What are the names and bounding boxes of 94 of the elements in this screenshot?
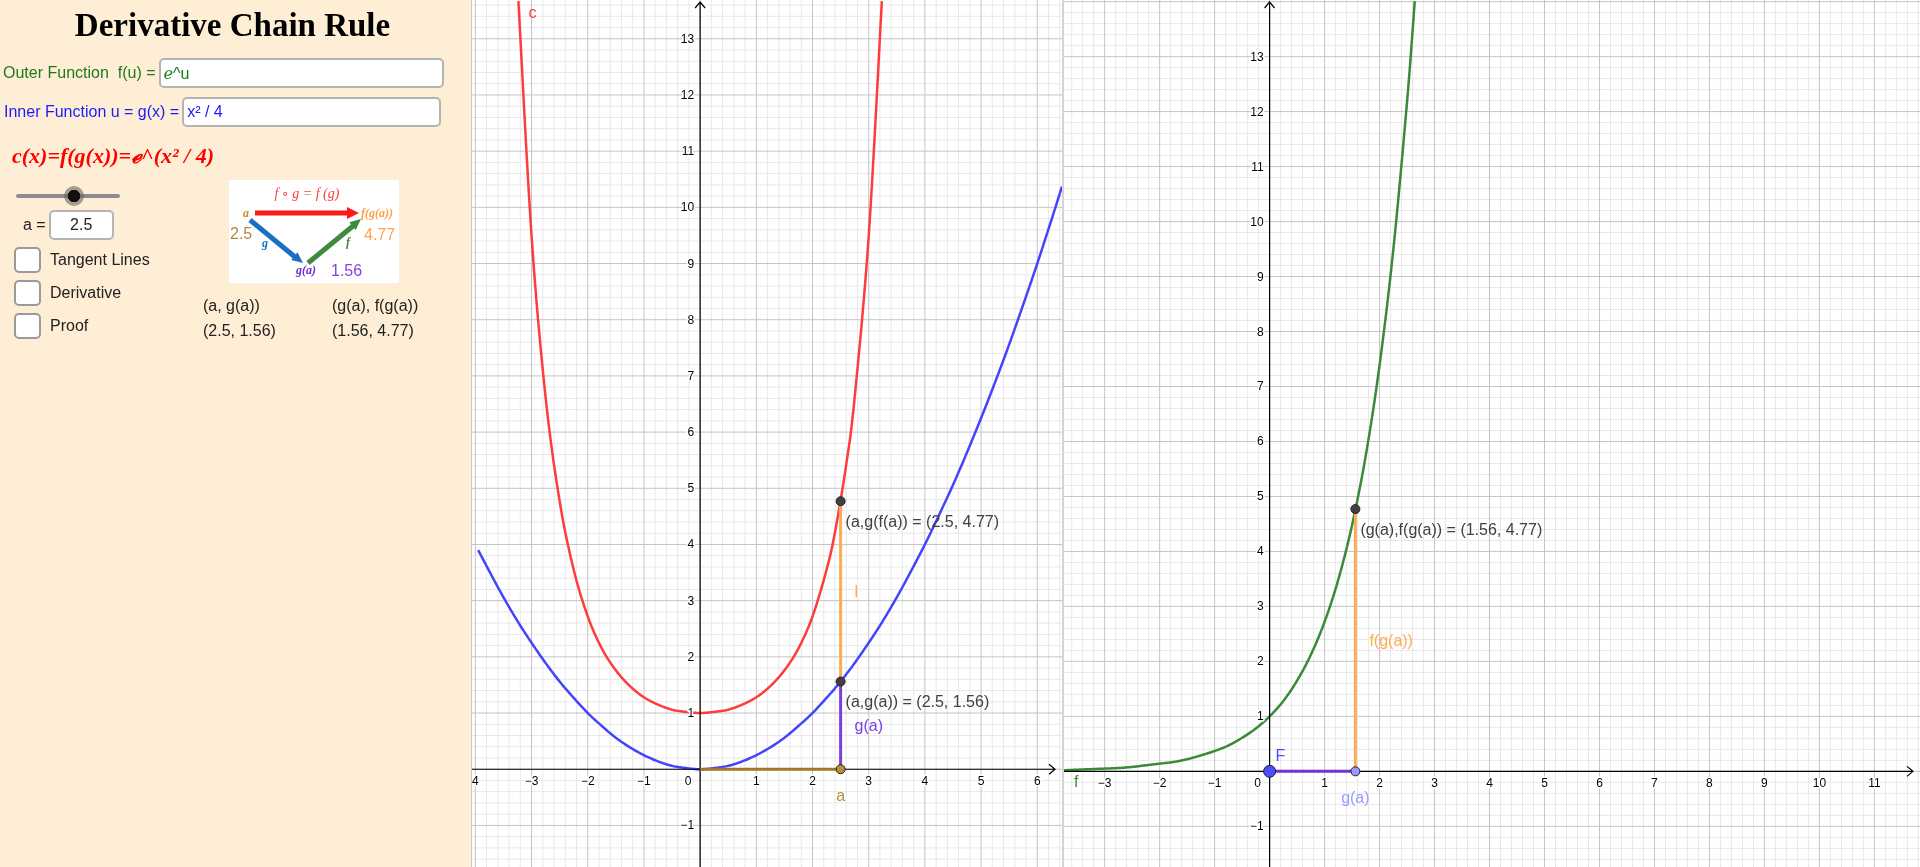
tick-label: 7 (687, 368, 695, 383)
tick-label: 3 (1256, 599, 1264, 614)
segment-label: g(a) (854, 716, 884, 734)
tick-label: −1 (1207, 776, 1222, 791)
checkbox[interactable] (14, 313, 41, 339)
tick-label: 12 (680, 87, 695, 102)
tick-label: 3 (1431, 776, 1438, 791)
tick-label: 9 (1761, 776, 1768, 791)
tick-label: 3 (865, 774, 873, 789)
tick-label: 0 (1254, 776, 1261, 791)
tick-label: −2 (1152, 776, 1167, 791)
segment-label: f(g(a)) (1369, 631, 1413, 649)
inner-function-field[interactable]: x² / 4 (182, 97, 442, 127)
checkbox-label: Derivative (50, 284, 122, 302)
tick-label: 4 (472, 774, 479, 789)
tick-label: 2 (1256, 654, 1264, 669)
coordinate-heading: (a, g(a)) (203, 296, 260, 316)
tick-label: 6 (1033, 774, 1041, 789)
checkbox[interactable] (14, 247, 41, 273)
tick-label: 8 (687, 312, 695, 327)
tick-label: 10 (680, 200, 695, 215)
tick-label: 2 (1376, 776, 1383, 791)
checkbox-label: Proof (50, 317, 89, 335)
tick-label: −3 (1097, 776, 1112, 791)
tick-label: 5 (1541, 776, 1548, 791)
tick-label: 6 (1256, 434, 1264, 449)
tick-label: −1 (680, 818, 695, 833)
segment-label: l (854, 582, 859, 600)
coordinate-value: (1.56, 4.77) (332, 321, 414, 341)
outer-function-field[interactable]: ℯ^u (158, 58, 444, 88)
tick-label: −3 (524, 774, 539, 789)
arrow-label: g (262, 236, 268, 250)
point-label: (a,g(a)) = (2.5, 1.56) (845, 693, 990, 711)
tick-label: 2 (809, 774, 816, 789)
checkbox-label: Tangent Lines (50, 251, 150, 269)
curve-label: c (528, 3, 537, 21)
tick-label: 13 (680, 31, 695, 46)
tick-label: 1 (1321, 776, 1328, 791)
tick-label: 1 (1256, 709, 1264, 724)
point-marker[interactable] (1263, 764, 1277, 778)
tick-label: 11 (1868, 776, 1881, 791)
tick-label: −1 (1249, 819, 1264, 834)
composite-formula: c(x)=f(g(x))=ℯ^(x² / 4) (12, 143, 215, 169)
middle-value: 1.56 (331, 262, 363, 279)
field-label: Outer Function f(u) = (2, 64, 156, 82)
slider-thumb[interactable] (64, 186, 85, 206)
tick-label: 4 (1486, 776, 1493, 791)
tick-label: 1 (753, 774, 760, 789)
tick-label: 3 (687, 593, 695, 608)
point-label: F (1275, 746, 1286, 764)
tick-label: 5 (1256, 489, 1264, 504)
point-label: g(a) (1341, 788, 1370, 806)
tick-label: 10 (1250, 214, 1264, 229)
coordinate-heading: (g(a), f(g(a)) (332, 296, 419, 316)
tick-label: 0 (684, 774, 692, 789)
tick-label: 10 (1812, 776, 1827, 791)
output-value: 4.77 (364, 226, 396, 243)
page-title: Derivative Chain Rule (74, 6, 391, 45)
curve-label: f (1074, 772, 1079, 790)
tick-label: 7 (1651, 776, 1658, 791)
tick-label: 7 (1256, 379, 1264, 394)
tick-label: 4 (687, 537, 695, 552)
point-label: a (836, 786, 846, 804)
tick-label: 9 (687, 256, 695, 271)
checkbox[interactable] (14, 280, 41, 306)
tick-label: −1 (637, 774, 651, 789)
field-label: Inner Function u = g(x) = (3, 103, 180, 121)
tick-label: 5 (977, 774, 985, 789)
tick-label: 12 (1250, 104, 1264, 119)
tick-label: 6 (1596, 776, 1603, 791)
outer-function-arrow (306, 219, 361, 265)
input-value: 2.5 (230, 225, 253, 242)
tick-label: 2 (687, 649, 695, 664)
point-label: (g(a),f(g(a)) = (1.56, 4.77) (1360, 520, 1543, 538)
tick-label: 8 (1706, 776, 1713, 791)
tick-label: 5 (687, 481, 695, 496)
tick-label: 6 (687, 425, 695, 440)
tick-label: 4 (921, 774, 929, 789)
composition-formula: f ∘ g = f (g) (274, 186, 340, 201)
slider-value-field[interactable]: 2.5 (48, 210, 114, 240)
tick-label: 9 (1256, 269, 1264, 284)
input-label: a (243, 206, 249, 220)
middle-label: g(a) (296, 263, 316, 277)
arrow-label: f (346, 235, 350, 249)
tick-label: 11 (1251, 159, 1264, 174)
tick-label: 11 (681, 144, 695, 159)
output-label: f(g(a)) (361, 206, 393, 220)
tick-label: 13 (1250, 49, 1264, 64)
tick-label: −2 (580, 774, 595, 789)
tick-label: 4 (1256, 544, 1264, 559)
tick-label: 8 (1256, 324, 1264, 339)
slider-track[interactable] (16, 186, 120, 206)
coordinate-value: (2.5, 1.56) (203, 321, 276, 341)
slider-label: a = (22, 216, 46, 234)
